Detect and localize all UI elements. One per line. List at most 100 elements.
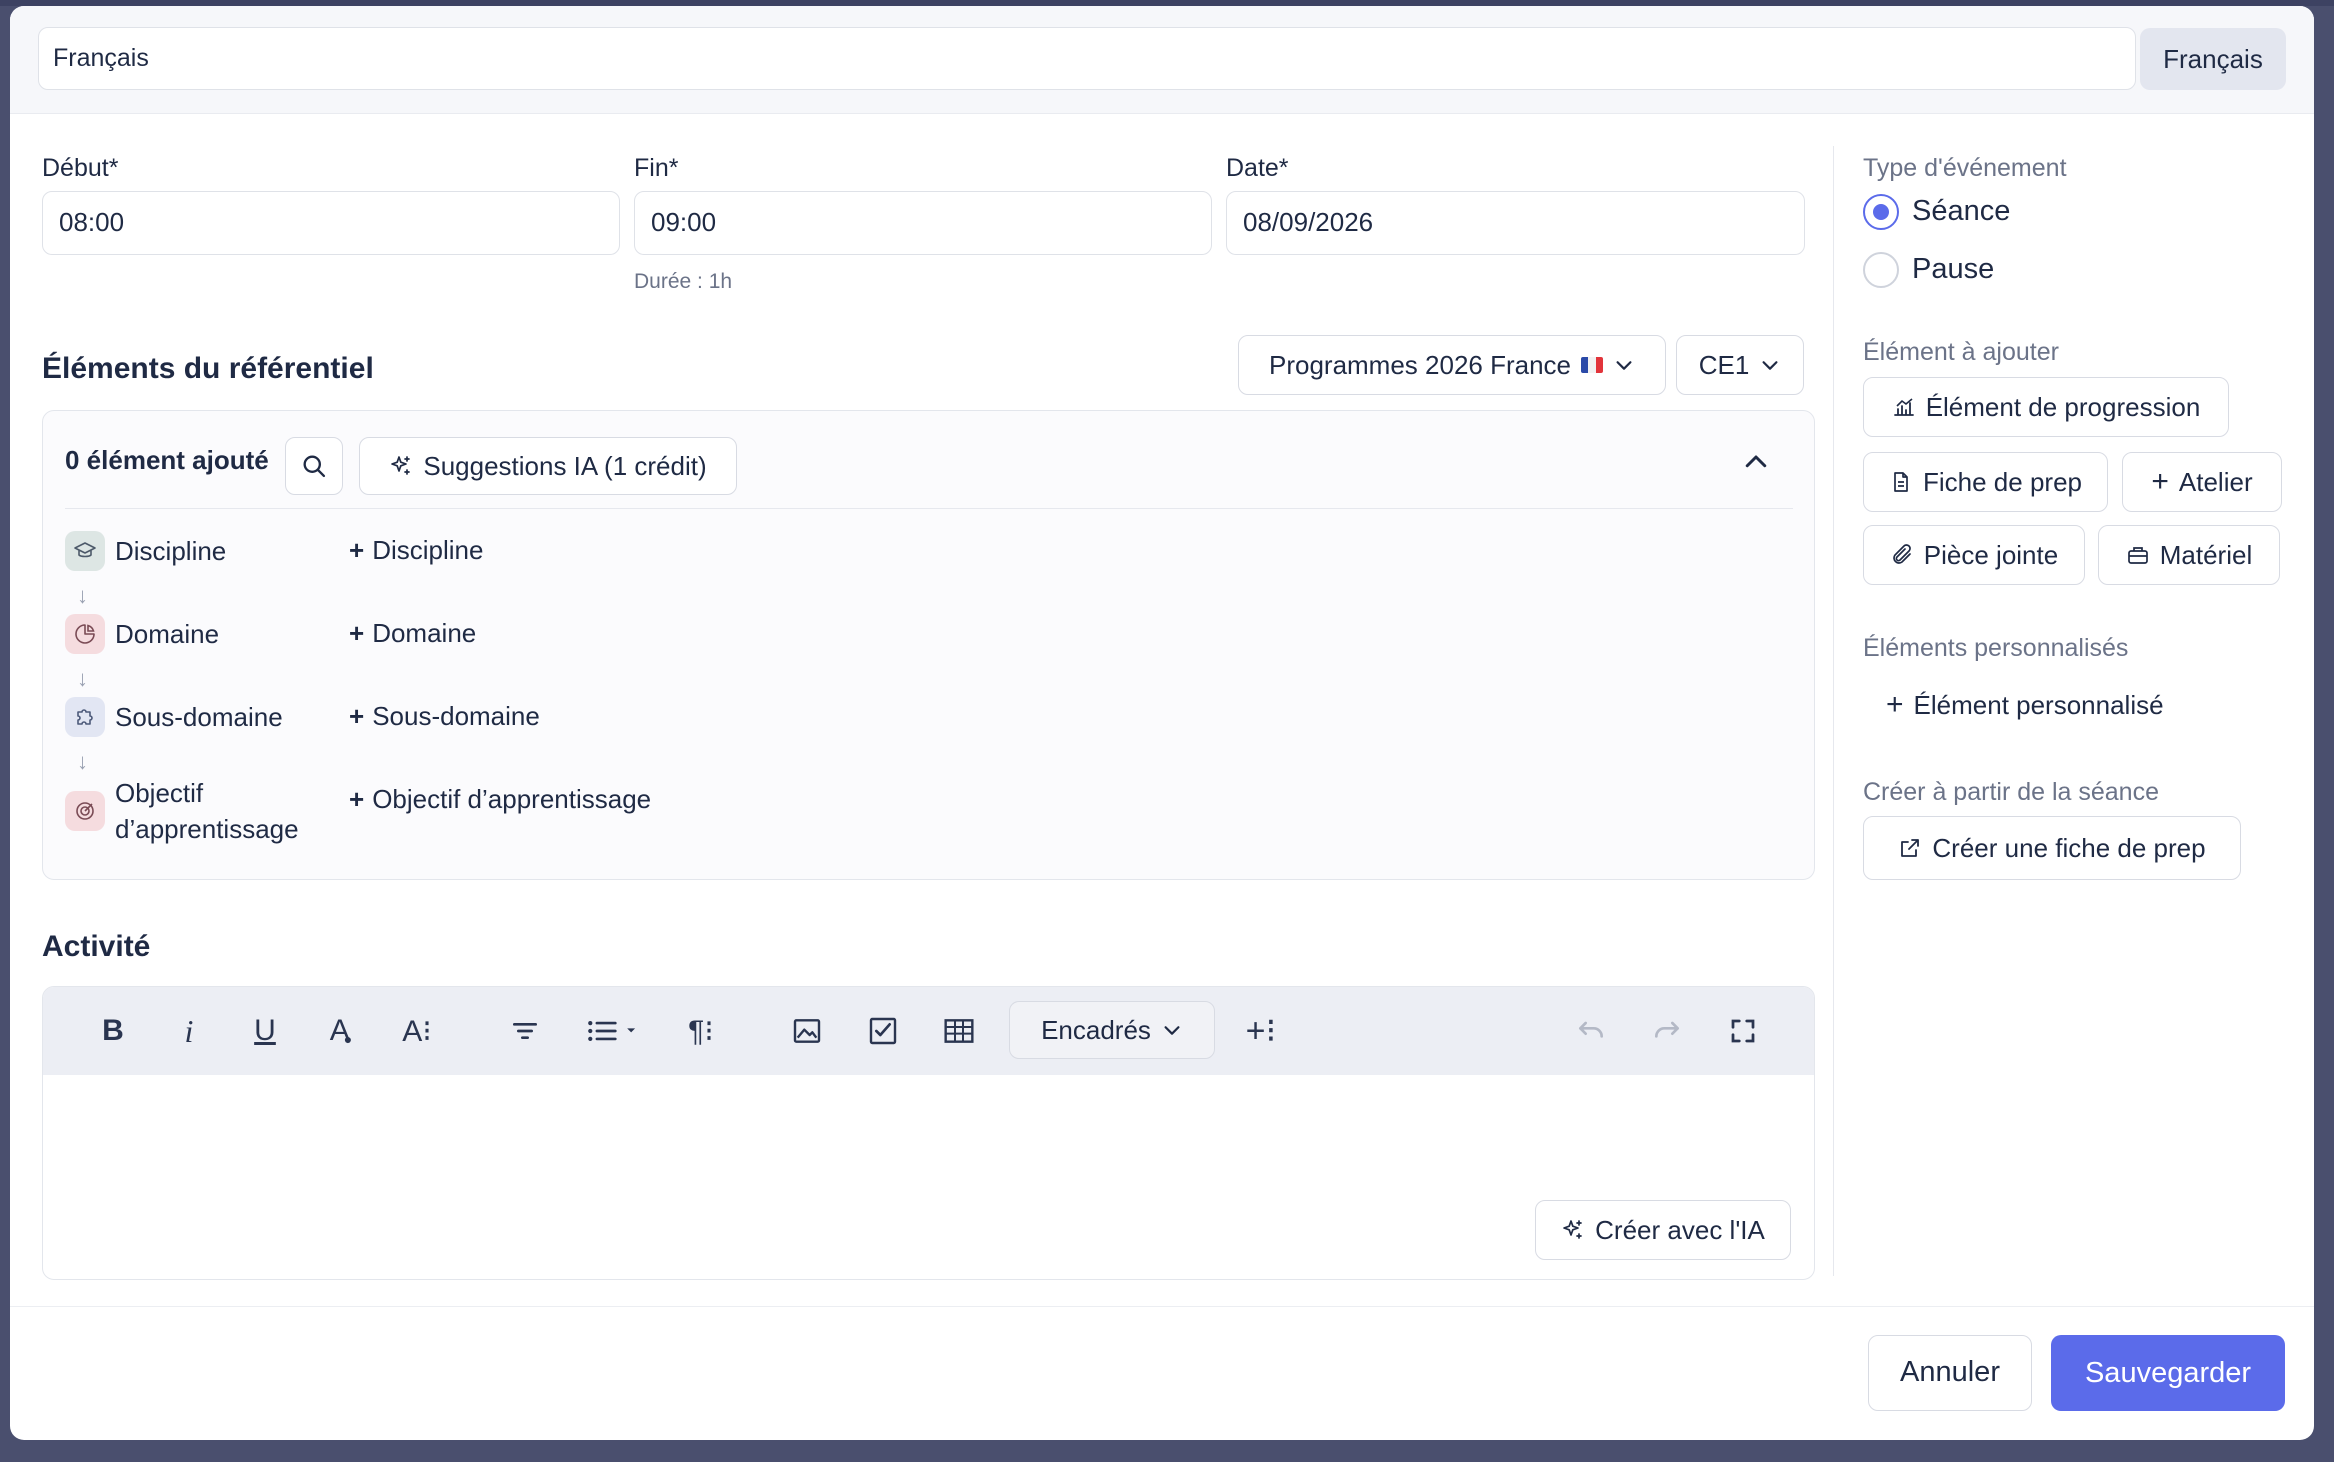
- activity-editor[interactable]: B i U A ● A⁝ ¶⁝ Encadrés +⁝ Créer avec l…: [42, 986, 1815, 1280]
- duration-hint: Durée : 1h: [634, 270, 733, 293]
- event-type-label: Type d'événement: [1863, 154, 2067, 182]
- add-label: Discipline: [372, 535, 484, 565]
- paperclip-icon: [1890, 543, 1914, 567]
- create-prep-label: Créer une fiche de prep: [1932, 832, 2206, 863]
- plus-icon: +: [349, 784, 365, 814]
- chevron-down-icon: [1613, 354, 1635, 376]
- target-icon: [65, 791, 105, 831]
- undo-icon[interactable]: [1569, 1009, 1613, 1053]
- ai-suggestions-button[interactable]: Suggestions IA (1 crédit): [359, 437, 737, 495]
- blocks-select[interactable]: Encadrés: [1009, 1001, 1215, 1059]
- ai-suggestions-label: Suggestions IA (1 crédit): [423, 450, 707, 481]
- chevron-down-icon: [1759, 354, 1781, 376]
- add-element-label: Élément à ajouter: [1863, 338, 2059, 366]
- tree-label-line: Objectif: [115, 778, 204, 808]
- attachment-label: Pièce jointe: [1923, 539, 2059, 570]
- search-button[interactable]: [285, 437, 343, 495]
- custom-element-link[interactable]: + Élément personnalisé: [1886, 688, 2164, 722]
- tree-label-line: d’apprentissage: [115, 814, 299, 844]
- add-discipline-link[interactable]: + Discipline: [349, 535, 483, 566]
- add-sous-domaine-link[interactable]: + Sous-domaine: [349, 701, 540, 732]
- edit-event-modal: Français Français Début* 08:00 Fin* 09:0…: [10, 6, 2314, 1440]
- editor-toolbar: B i U A ● A⁝ ¶⁝ Encadrés +⁝: [43, 987, 1814, 1075]
- ai-create-label: Créer avec l'IA: [1595, 1214, 1765, 1245]
- attachment-button[interactable]: Pièce jointe: [1863, 525, 2085, 585]
- language-input[interactable]: Français: [38, 27, 2136, 90]
- activity-title: Activité: [42, 930, 151, 963]
- chevron-down-icon: [1161, 1019, 1183, 1041]
- external-link-icon: [1898, 836, 1922, 860]
- align-icon[interactable]: [503, 1009, 547, 1053]
- start-time-field[interactable]: 08:00: [42, 191, 620, 255]
- tree-row-domaine: Domaine: [65, 614, 219, 654]
- level-select[interactable]: CE1: [1676, 335, 1804, 395]
- create-prep-button[interactable]: Créer une fiche de prep: [1863, 816, 2241, 880]
- create-from-label: Créer à partir de la séance: [1863, 778, 2159, 806]
- divider: [65, 508, 1793, 509]
- paragraph-icon[interactable]: ¶⁝: [679, 1009, 723, 1053]
- cancel-button[interactable]: Annuler: [1868, 1335, 2032, 1411]
- workshop-label: Atelier: [2178, 466, 2253, 497]
- graduation-cap-icon: [65, 531, 105, 571]
- program-select[interactable]: Programmes 2026 France: [1238, 335, 1666, 395]
- fullscreen-icon[interactable]: [1721, 1009, 1765, 1053]
- tree-label: Sous-domaine: [115, 702, 283, 732]
- add-objectif-link[interactable]: + Objectif d’apprentissage: [349, 784, 651, 815]
- add-domaine-link[interactable]: + Domaine: [349, 618, 476, 649]
- progression-label: Élément de progression: [1925, 391, 2201, 422]
- progression-button[interactable]: Élément de progression: [1863, 377, 2229, 437]
- checkbox-icon[interactable]: [861, 1009, 905, 1053]
- custom-element-label: Élément personnalisé: [1913, 689, 2164, 720]
- plus-icon: +: [2151, 465, 2169, 498]
- radio-pause-label[interactable]: Pause: [1912, 253, 1994, 286]
- referentiel-panel: 0 élément ajouté Suggestions IA (1 crédi…: [42, 410, 1815, 880]
- collapse-chevron-icon[interactable]: [1741, 447, 1771, 477]
- workshop-button[interactable]: + Atelier: [2122, 452, 2282, 512]
- radio-seance[interactable]: [1863, 194, 1899, 230]
- underline-icon[interactable]: U: [243, 1009, 287, 1053]
- plus-icon: +: [349, 618, 365, 648]
- bar-chart-icon: [1892, 395, 1916, 419]
- referentiel-title: Éléments du référentiel: [42, 352, 374, 385]
- date-label: Date*: [1226, 154, 1289, 182]
- save-button[interactable]: Sauvegarder: [2051, 1335, 2285, 1411]
- redo-icon[interactable]: [1645, 1009, 1689, 1053]
- blocks-select-label: Encadrés: [1041, 1014, 1151, 1045]
- text-color-icon[interactable]: A ●: [319, 1009, 363, 1053]
- start-label: Début*: [42, 154, 119, 182]
- list-icon[interactable]: [579, 1009, 649, 1053]
- radio-pause[interactable]: [1863, 252, 1899, 288]
- table-icon[interactable]: [937, 1009, 981, 1053]
- add-label: Objectif d’apprentissage: [372, 784, 652, 814]
- tree-row-sous-domaine: Sous-domaine: [65, 697, 283, 737]
- footer-divider: [10, 1306, 2314, 1307]
- element-count: 0 élément ajouté: [65, 445, 269, 475]
- add-label: Sous-domaine: [372, 701, 540, 731]
- image-icon[interactable]: [785, 1009, 829, 1053]
- document-icon: [1889, 470, 1913, 494]
- italic-icon[interactable]: i: [167, 1009, 211, 1053]
- prep-sheet-button[interactable]: Fiche de prep: [1863, 452, 2108, 512]
- arrow-down-icon: ↓: [77, 666, 88, 691]
- plus-icon: +: [349, 701, 365, 731]
- material-button[interactable]: Matériel: [2098, 525, 2280, 585]
- language-bar: Français Français: [10, 6, 2314, 114]
- tree-row-objectif: Objectif d’apprentissage: [65, 775, 299, 847]
- font-size-icon[interactable]: A⁝: [395, 1009, 439, 1053]
- date-field[interactable]: 08/09/2026: [1226, 191, 1805, 255]
- france-flag-icon: [1581, 357, 1603, 373]
- radio-seance-label[interactable]: Séance: [1912, 195, 2010, 228]
- end-time-field[interactable]: 09:00: [634, 191, 1212, 255]
- bold-icon[interactable]: B: [91, 1009, 135, 1053]
- ai-create-button[interactable]: Créer avec l'IA: [1535, 1200, 1791, 1260]
- tree-label: Objectif d’apprentissage: [115, 775, 299, 847]
- plus-icon: +: [1886, 688, 1904, 721]
- sparkles-icon: [389, 454, 413, 478]
- insert-icon[interactable]: +⁝: [1239, 1009, 1283, 1053]
- language-button[interactable]: Français: [2140, 28, 2286, 90]
- sidebar-divider: [1833, 146, 1834, 1276]
- tree-row-discipline: Discipline: [65, 531, 226, 571]
- toolbox-icon: [2126, 543, 2150, 567]
- prep-sheet-label: Fiche de prep: [1923, 466, 2082, 497]
- arrow-down-icon: ↓: [77, 583, 88, 608]
